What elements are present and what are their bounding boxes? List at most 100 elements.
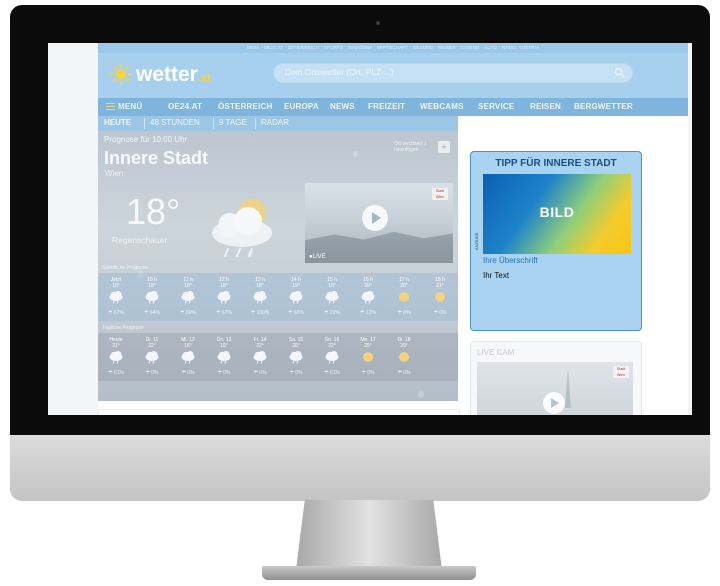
livecam-image[interactable]: Stadt Wien — [477, 362, 633, 415]
region-name: Wien — [105, 169, 124, 178]
cloud-rain-icon — [252, 290, 268, 304]
cloud-rain-icon — [324, 350, 340, 364]
hourly-cell[interactable]: 12 h 18° ☂ 67% — [206, 273, 242, 321]
tab-divider — [213, 118, 214, 129]
cloud-rain-icon — [288, 350, 304, 364]
tab-9-tage[interactable]: 9 TAGE — [219, 118, 247, 127]
nav-webcams[interactable]: WEBCAMS — [420, 102, 464, 111]
forecast-tabs: HEUTE 48 STUNDEN 9 TAGE RADAR — [98, 116, 458, 131]
change-location-link[interactable]: Ort wechseln / hinzufügen — [394, 141, 436, 153]
daily-temperature: 22° — [256, 343, 264, 349]
hourly-cell[interactable]: 15 h 19° ☂ 22% — [314, 273, 350, 321]
tab-divider — [255, 118, 256, 129]
tab-48-stunden[interactable]: 48 STUNDEN — [150, 118, 200, 127]
play-icon[interactable] — [362, 205, 388, 231]
cloud-rain-icon — [288, 290, 304, 304]
daily-cell[interactable]: Di. 18 29° ☂ 0% — [386, 333, 422, 381]
webcam-dot — [376, 21, 380, 25]
hourly-temperature: 18° — [112, 283, 120, 289]
current-condition: Regenschauer — [112, 235, 168, 245]
tab-divider — [144, 118, 145, 129]
hourly-cell[interactable]: 17 h 20° ☂ 0% — [386, 273, 422, 321]
add-location-icon[interactable]: + — [438, 141, 450, 153]
sun-icon — [396, 350, 412, 364]
sun-cloud-rain-icon — [212, 199, 272, 257]
daily-temperature: 22° — [328, 343, 336, 349]
daily-rain-probability: ☂ 0% — [289, 370, 303, 376]
hourly-cell[interactable]: 14 h 19° ☂ 60% — [278, 273, 314, 321]
tab-heute[interactable]: HEUTE — [104, 118, 131, 127]
cloud-rain-icon — [180, 290, 196, 304]
hourly-cell[interactable]: 10 h 18° ☂ 64% — [134, 273, 170, 321]
search-input[interactable]: Dein Ortswetter (Ort, PLZ ...) — [273, 63, 633, 83]
stadt-wien-logo: Stadt Wien — [432, 188, 448, 200]
daily-cell[interactable]: Di. 11 22° ☂ 0% — [134, 333, 170, 381]
hourly-cell[interactable]: Jetzt 18° ☂ 67% — [98, 273, 134, 321]
hourly-forecast-strip[interactable]: Jetzt 18° ☂ 67% 10 h 18° ☂ 64% 11 h 18° ☂ 60% 12 … — [98, 273, 458, 321]
daily-cell[interactable]: So. 16 22° ☂ 61% — [314, 333, 350, 381]
daily-temperature: 26° — [292, 343, 300, 349]
sun-icon — [396, 290, 412, 304]
hourly-temperature: 18° — [148, 283, 156, 289]
daily-rain-probability: ☂ 0% — [145, 370, 159, 376]
ad-label: ANZEIGE — [474, 232, 479, 250]
daily-cell[interactable]: Mo. 17 25° ☂ 0% — [350, 333, 386, 381]
sun-logo-icon — [110, 63, 132, 85]
hourly-temperature: 18° — [184, 283, 192, 289]
top-links-bar[interactable]: OE24 · OE24.AT · ÖSTERREICH · SPORTS · M… — [98, 43, 688, 53]
ad-image[interactable]: BILD — [483, 174, 631, 254]
hourly-rain-probability: ☂ 0% — [397, 310, 411, 316]
current-temperature: 18° — [126, 191, 181, 232]
daily-cell[interactable]: Do. 13 19° ☂ 0% — [206, 333, 242, 381]
cloud-rain-icon — [180, 350, 196, 364]
nav-news[interactable]: NEWS — [330, 102, 355, 111]
nav-menu[interactable]: MENÜ — [106, 102, 142, 111]
hourly-rain-probability: ☂ 22% — [324, 310, 340, 316]
daily-cell[interactable]: Mi. 12 16° ☂ 0% — [170, 333, 206, 381]
play-icon[interactable] — [543, 392, 565, 414]
site-header: wetter.at Dein Ortswetter (Ort, PLZ ...) — [98, 53, 688, 98]
hourly-cell[interactable]: 11 h 18° ☂ 60% — [170, 273, 206, 321]
daily-rain-probability: ☂ 0% — [217, 370, 231, 376]
nav-oe24[interactable]: OE24.AT — [168, 102, 202, 111]
nav-europa[interactable]: EUROPA — [284, 102, 319, 111]
daily-cell[interactable]: Fr. 14 22° ☂ 0% — [242, 333, 278, 381]
webcam-preview[interactable]: ●LIVE Stadt Wien — [305, 183, 453, 263]
hourly-cell[interactable]: 18 h 21° ☂ 0% — [422, 273, 458, 321]
cloud-rain-icon — [252, 350, 268, 364]
cloud-rain-icon — [144, 350, 160, 364]
hourly-cell[interactable]: 13 h 18° ☂ 100% — [242, 273, 278, 321]
cloud-rain-icon — [324, 290, 340, 304]
search-placeholder: Dein Ortswetter (Ort, PLZ ...) — [285, 67, 394, 77]
stadt-wien-logo: Stadt Wien — [613, 366, 629, 378]
hourly-rain-probability: ☂ 60% — [180, 310, 196, 316]
nav-oesterreich[interactable]: ÖSTERREICH — [218, 102, 272, 111]
hourly-temperature: 19° — [292, 283, 300, 289]
daily-temperature: 22° — [148, 343, 156, 349]
cloud-rain-icon — [216, 350, 232, 364]
daily-temperature: 19° — [220, 343, 228, 349]
hourly-temperature: 21° — [436, 283, 444, 289]
nav-freizeit[interactable]: FREIZEIT — [368, 102, 405, 111]
ad-image-text: BILD — [539, 204, 575, 220]
ad-body-text: Ihr Text — [483, 271, 510, 280]
hourly-rain-probability: ☂ 12% — [360, 310, 376, 316]
search-icon[interactable] — [614, 67, 625, 78]
monitor-screen: OE24 · OE24.AT · ÖSTERREICH · SPORTS · M… — [48, 43, 692, 415]
daily-cell[interactable]: Sa. 15 26° ☂ 0% — [278, 333, 314, 381]
hourly-temperature: 20° — [400, 283, 408, 289]
ad-headline[interactable]: Ihre Überschrift — [483, 256, 538, 265]
nav-reisen[interactable]: REISEN — [530, 102, 561, 111]
daily-cell[interactable]: Heute 21° ☂ 61% — [98, 333, 134, 381]
nav-service[interactable]: SERVICE — [478, 102, 514, 111]
livecam-title: LIVE CAM — [477, 348, 515, 357]
daily-forecast-strip[interactable]: Heute 21° ☂ 61% Di. 11 22° ☂ 0% Mi. 12 16° ☂ 0% D… — [98, 333, 458, 381]
nav-bergwetter[interactable]: BERGWETTER — [574, 102, 633, 111]
website: OE24 · OE24.AT · ÖSTERREICH · SPORTS · M… — [98, 43, 688, 415]
hourly-cell[interactable]: 16 h 20° ☂ 12% — [350, 273, 386, 321]
daily-rain-probability: ☂ 0% — [253, 370, 267, 376]
tab-radar[interactable]: RADAR — [261, 118, 289, 127]
raindrop — [353, 151, 358, 157]
daily-rain-probability: ☂ 0% — [181, 370, 195, 376]
logo-wordmark: wetter.at — [136, 63, 211, 86]
